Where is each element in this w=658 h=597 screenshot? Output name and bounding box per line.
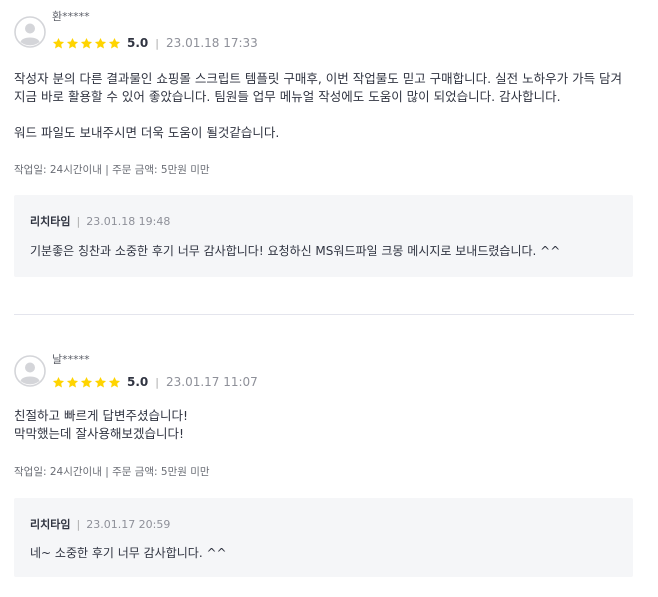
reply-author: 리치타임	[30, 215, 71, 228]
default-avatar-icon	[14, 355, 46, 387]
star-icon	[94, 376, 107, 387]
star-icon	[52, 37, 65, 48]
review-divider	[14, 314, 634, 315]
review-meta: 5.0 | 23.01.17 11:07	[52, 374, 258, 390]
star-icon	[80, 37, 93, 48]
review-body: 친절하고 빠르게 답변주셨습니다! 막막했는데 잘사용해보겠습니다!	[14, 408, 188, 441]
star-icon	[108, 37, 121, 48]
reply-header: 리치타임 | 23.01.18 19:48	[30, 213, 170, 229]
star-icon	[66, 37, 79, 48]
review-author: 환*****	[52, 10, 90, 23]
reply-author: 리치타임	[30, 518, 71, 531]
work-info: 작업일: 24시간이내 | 주문 금액: 5만원 미만	[14, 164, 210, 176]
star-rating	[52, 37, 121, 50]
star-icon	[66, 376, 79, 387]
separator: |	[76, 517, 81, 531]
review-list: 환***** 5.0 | 23.01.18 17:33 작성자 분의 다른 결과…	[0, 0, 658, 597]
work-info: 작업일: 24시간이내 | 주문 금액: 5만원 미만	[14, 466, 210, 478]
rating-value: 5.0	[127, 36, 149, 50]
reply-text: 기분좋은 칭찬과 소중한 후기 너무 감사합니다! 요청하신 MS워드파일 크몽…	[30, 244, 561, 258]
separator: |	[155, 36, 159, 50]
review-meta: 5.0 | 23.01.18 17:33	[52, 35, 258, 51]
star-icon	[94, 37, 107, 48]
rating-value: 5.0	[127, 375, 149, 389]
review-body: 작성자 분의 다른 결과물인 쇼핑몰 스크립트 템플릿 구매후, 이번 작업물도…	[14, 71, 623, 140]
reply-date: 23.01.18 19:48	[86, 214, 171, 228]
reply-text: 네~ 소중한 후기 너무 감사합니다. ^^	[30, 546, 227, 560]
separator: |	[155, 375, 159, 389]
star-icon	[80, 376, 93, 387]
reply-date: 23.01.17 20:59	[86, 517, 171, 531]
review-date: 23.01.18 17:33	[165, 36, 258, 50]
review-date: 23.01.17 11:07	[165, 375, 258, 389]
seller-reply: 리치타임 | 23.01.17 20:59 네~ 소중한 후기 너무 감사합니다…	[14, 498, 633, 577]
review-author: 날*****	[52, 353, 90, 366]
seller-reply: 리치타임 | 23.01.18 19:48 기분좋은 칭찬과 소중한 후기 너무…	[14, 195, 633, 277]
star-rating	[52, 376, 121, 389]
star-icon	[108, 376, 121, 387]
default-avatar-icon	[14, 16, 46, 48]
star-icon	[52, 376, 65, 387]
reply-header: 리치타임 | 23.01.17 20:59	[30, 516, 170, 532]
separator: |	[76, 214, 81, 228]
